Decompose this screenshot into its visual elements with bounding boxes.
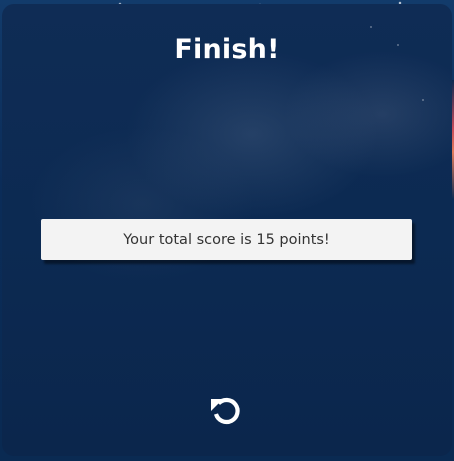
replay-icon (211, 397, 240, 425)
replay-button[interactable] (206, 390, 246, 430)
finish-title: Finish! (174, 34, 280, 65)
decorative-star (422, 99, 424, 101)
finish-panel: Finish! Your total score is 15 points! (2, 4, 452, 456)
decorative-star (370, 26, 372, 28)
game-stage: Finish! Your total score is 15 points! (0, 0, 454, 461)
score-message: Your total score is 15 points! (123, 231, 330, 248)
score-message-box: Your total score is 15 points! (41, 219, 412, 260)
